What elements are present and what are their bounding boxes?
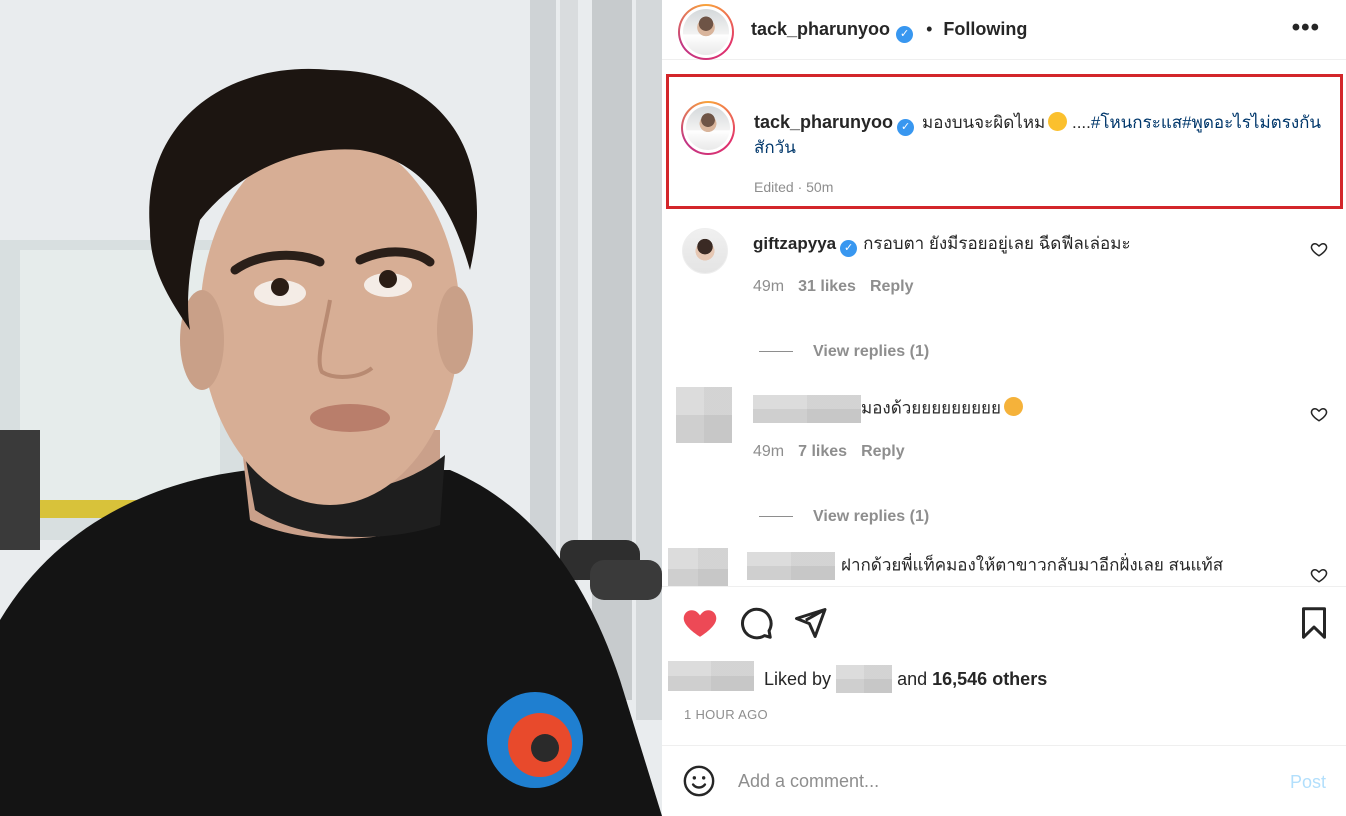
comment-heart-icon[interactable] (1310, 566, 1328, 584)
separator-dot: • (926, 19, 933, 39)
author-username[interactable]: tack_pharunyoo (751, 19, 890, 39)
replies-line (759, 516, 793, 518)
comment-meta: 49m 7 likes Reply (753, 443, 905, 461)
caption-meta: Edited · 50m (754, 179, 834, 195)
commenter-avatar[interactable] (682, 228, 728, 274)
reply-button[interactable]: Reply (861, 443, 905, 460)
comment-heart-icon[interactable] (1310, 405, 1328, 423)
pleading-emoji-icon (1003, 397, 1023, 417)
comment-time: 49m (753, 278, 785, 295)
replies-line (759, 351, 793, 353)
commenter-username[interactable]: giftzapyya (753, 234, 836, 253)
liked-by-avatars-blurred[interactable] (668, 661, 754, 691)
post-actions: Liked by and 16,546 others 1 HOUR AGO (662, 586, 1346, 746)
view-replies-label[interactable]: View replies (1) (813, 343, 929, 360)
bookmark-icon[interactable] (1296, 605, 1332, 641)
author-avatar[interactable] (678, 4, 734, 60)
comment-likes[interactable]: 31 likes (798, 278, 856, 295)
post-photo[interactable] (0, 0, 662, 816)
caption-author-avatar[interactable] (681, 101, 735, 155)
post-button[interactable]: Post (1290, 772, 1326, 793)
liked-by-text: Liked by and 16,546 others (764, 665, 1047, 693)
comment-body: giftzapyya ✓ กรอบตา ยังมีรอยอยู่เลย ฉีดฟีล… (753, 232, 1293, 257)
comment-text: มองด้วยยยยยยยยย (861, 398, 1001, 418)
likes-count[interactable]: 16,546 others (932, 669, 1047, 689)
header-line: tack_pharunyoo ✓ • Following (751, 19, 1027, 43)
commenter-avatar-blurred[interactable] (676, 387, 732, 443)
liked-by-row: Liked by and 16,546 others (668, 661, 1328, 693)
comment-text: ฝากด้วยพี่แท็คมองให้ตาขาวกลับมาอีกฝั่งเล… (841, 555, 1224, 575)
verified-badge-icon: ✓ (897, 119, 915, 136)
post-time[interactable]: 1 HOUR AGO (684, 707, 768, 722)
blurred-liker-name[interactable] (836, 665, 893, 693)
comment-meta: 49m 31 likes Reply (753, 278, 914, 296)
liked-by-prefix: Liked by (764, 669, 832, 689)
post-side-panel: tack_pharunyoo ✓ • Following ••• tack_pha… (662, 0, 1346, 816)
reply-button[interactable]: Reply (870, 278, 914, 295)
caption-highlight: tack_pharunyoo ✓ มองบนจะผิดไหม ....#โหนกระ… (666, 74, 1343, 209)
post-header: tack_pharunyoo ✓ • Following ••• (662, 0, 1346, 60)
caption-ellipsis: .... (1071, 113, 1091, 132)
blurred-username (747, 552, 835, 580)
smile-icon[interactable] (682, 764, 716, 798)
comment-body: ฝากด้วยพี่แท็คมองให้ตาขาวกลับมาอีกฝั่งเล… (747, 552, 1307, 580)
selfie-image (0, 0, 662, 816)
blurred-username (753, 395, 861, 423)
blushing-emoji-icon (1048, 112, 1068, 131)
view-replies-button[interactable]: View replies (1) (759, 343, 929, 361)
heart-icon[interactable] (682, 605, 718, 641)
liked-by-and: and (897, 669, 928, 689)
view-replies-button[interactable]: View replies (1) (759, 508, 929, 526)
verified-badge-icon: ✓ (840, 240, 858, 257)
share-icon[interactable] (792, 605, 828, 641)
caption-text: tack_pharunyoo ✓ มองบนจะผิดไหม ....#โหนกระ… (754, 110, 1334, 160)
comment-input[interactable] (738, 766, 1258, 796)
caption-username[interactable]: tack_pharunyoo (754, 112, 893, 132)
comment-text: กรอบตา ยังมีรอยอยู่เลย ฉีดฟีลเล่อมะ (863, 234, 1131, 253)
comment-heart-icon[interactable] (1310, 240, 1328, 258)
comment-likes[interactable]: 7 likes (798, 443, 847, 460)
view-replies-label[interactable]: View replies (1) (813, 508, 929, 525)
comments-list: giftzapyya ✓ กรอบตา ยังมีรอยอยู่เลย ฉีดฟีล… (662, 212, 1346, 586)
comment-icon[interactable] (738, 605, 774, 641)
comment-body: มองด้วยยยยยยยยย (753, 395, 1293, 423)
more-options-icon[interactable]: ••• (1292, 14, 1320, 42)
comment-time: 49m (753, 443, 785, 460)
add-comment-bar: Post (662, 745, 1346, 816)
following-button[interactable]: Following (943, 19, 1027, 39)
verified-badge-icon: ✓ (896, 26, 914, 43)
caption-body: มองบนจะผิดไหม (922, 113, 1046, 132)
commenter-avatar-blurred[interactable] (668, 548, 728, 586)
